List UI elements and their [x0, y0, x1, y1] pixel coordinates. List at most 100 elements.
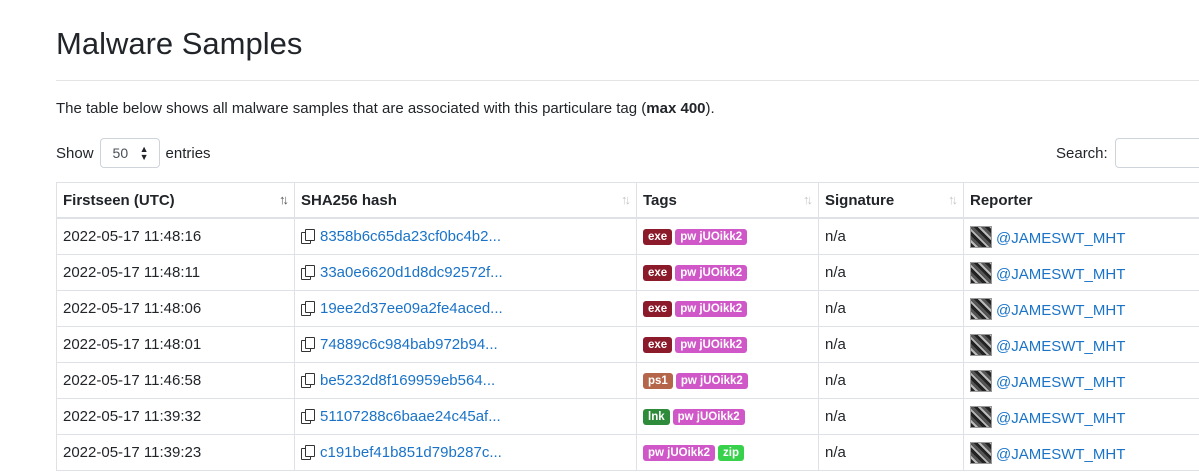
table-body: 2022-05-17 11:48:16 8358b6c65da23cf0bc4b2…: [56, 217, 1199, 471]
hash-cell: 33a0e6620d1d8dc92572f...: [294, 254, 637, 291]
signature-cell: n/a: [818, 434, 964, 471]
tag-badge[interactable]: lnk: [643, 409, 670, 425]
search-label: Search:: [1056, 144, 1108, 162]
tags-cell: pw jUOikk2 zip: [636, 434, 819, 471]
signature-cell: n/a: [818, 290, 964, 327]
reporter-link[interactable]: @JAMESWT_MHT: [996, 230, 1125, 247]
tag-badge[interactable]: exe: [643, 337, 673, 353]
samples-table: Firstseen (UTC) ↑↓ SHA256 hash ↑↓ Tags ↑↓ S…: [56, 182, 1199, 471]
reporter-link[interactable]: @JAMESWT_MHT: [996, 446, 1125, 463]
tag-badge[interactable]: pw jUOikk2: [672, 409, 745, 425]
reporter-link[interactable]: @JAMESWT_MHT: [996, 374, 1125, 391]
tag-badge[interactable]: pw jUOikk2: [643, 445, 715, 461]
search-box: Search:: [1056, 138, 1199, 168]
hash-link[interactable]: 51107288c6baae24c45af...: [320, 408, 501, 425]
reporter-cell: @JAMESWT_MHT: [963, 398, 1199, 435]
tag-badge[interactable]: exe: [643, 265, 673, 281]
select-arrows-icon: ▲ ▼: [139, 144, 149, 162]
table-row: 2022-05-17 11:46:58 be5232d8f169959eb564.…: [56, 362, 1199, 399]
search-input[interactable]: [1114, 138, 1199, 168]
hash-cell: c191bef41b851d79b287c...: [294, 434, 637, 471]
tag-badge[interactable]: pw jUOikk2: [675, 373, 748, 389]
firstseen-cell: 2022-05-17 11:48:06: [56, 290, 295, 327]
divider: [56, 80, 1199, 81]
reporter-link[interactable]: @JAMESWT_MHT: [996, 338, 1125, 355]
entries-select-value: 50: [112, 145, 129, 161]
copy-icon[interactable]: [301, 301, 315, 316]
hash-cell: 74889c6c984bab972b94...: [294, 326, 637, 363]
column-header-firstseen[interactable]: Firstseen (UTC) ↑↓: [56, 182, 295, 219]
column-label: Signature: [825, 191, 895, 209]
firstseen-cell: 2022-05-17 11:48:01: [56, 326, 295, 363]
tags-cell: lnk pw jUOikk2: [636, 398, 819, 435]
reporter-cell: @JAMESWT_MHT: [963, 290, 1199, 327]
firstseen-cell: 2022-05-17 11:46:58: [56, 362, 295, 399]
avatar: [970, 405, 992, 428]
description-text: The table below shows all malware sample…: [56, 100, 647, 117]
tags-cell: ps1 pw jUOikk2: [636, 362, 819, 399]
column-header-reporter[interactable]: Reporter: [963, 182, 1199, 219]
sort-icon: ↑↓: [803, 192, 813, 207]
column-header-signature[interactable]: Signature ↑↓: [818, 182, 964, 219]
reporter-cell: @JAMESWT_MHT: [963, 254, 1199, 291]
show-label: Show: [56, 144, 94, 162]
tags-cell: exe pw jUOikk2: [636, 217, 819, 255]
description-suffix: ).: [705, 100, 715, 117]
reporter-cell: @JAMESWT_MHT: [963, 217, 1199, 255]
hash-cell: 8358b6c65da23cf0bc4b2...: [294, 217, 637, 255]
reporter-link[interactable]: @JAMESWT_MHT: [996, 410, 1125, 427]
table-row: 2022-05-17 11:48:06 19ee2d37ee09a2fe4aced…: [56, 290, 1199, 327]
entries-select[interactable]: 50 ▲ ▼: [99, 138, 160, 168]
copy-icon[interactable]: [301, 337, 315, 352]
column-label: SHA256 hash: [301, 191, 397, 209]
tag-badge[interactable]: exe: [643, 301, 673, 317]
avatar: [970, 441, 992, 464]
tag-badge[interactable]: ps1: [643, 373, 673, 389]
tag-badge[interactable]: pw jUOikk2: [675, 301, 748, 317]
firstseen-cell: 2022-05-17 11:48:16: [56, 217, 295, 255]
page-title: Malware Samples: [56, 26, 303, 61]
tag-badge[interactable]: pw jUOikk2: [675, 265, 748, 281]
column-header-sha256[interactable]: SHA256 hash ↑↓: [294, 182, 637, 219]
copy-icon[interactable]: [301, 445, 315, 460]
tag-badge[interactable]: exe: [643, 229, 673, 245]
table-row: 2022-05-17 11:48:01 74889c6c984bab972b94.…: [56, 326, 1199, 363]
hash-link[interactable]: 8358b6c65da23cf0bc4b2...: [320, 228, 501, 245]
avatar: [970, 297, 992, 320]
hash-link[interactable]: 74889c6c984bab972b94...: [320, 336, 498, 353]
tags-cell: exe pw jUOikk2: [636, 326, 819, 363]
hash-cell: 19ee2d37ee09a2fe4aced...: [294, 290, 637, 327]
signature-cell: n/a: [818, 362, 964, 399]
hash-link[interactable]: 33a0e6620d1d8dc92572f...: [320, 264, 503, 281]
copy-icon[interactable]: [301, 229, 315, 244]
firstseen-cell: 2022-05-17 11:39:23: [56, 434, 295, 471]
copy-icon[interactable]: [301, 265, 315, 280]
hash-link[interactable]: be5232d8f169959eb564...: [320, 372, 495, 389]
hash-link[interactable]: c191bef41b851d79b287c...: [320, 444, 502, 461]
table-row: 2022-05-17 11:48:16 8358b6c65da23cf0bc4b2…: [56, 217, 1199, 255]
tag-badge[interactable]: pw jUOikk2: [675, 229, 748, 245]
sort-icon: ↑↓: [621, 192, 631, 207]
tag-badge[interactable]: pw jUOikk2: [675, 337, 748, 353]
table-row: 2022-05-17 11:48:11 33a0e6620d1d8dc92572f…: [56, 254, 1199, 291]
reporter-link[interactable]: @JAMESWT_MHT: [996, 302, 1125, 319]
firstseen-cell: 2022-05-17 11:48:11: [56, 254, 295, 291]
hash-cell: be5232d8f169959eb564...: [294, 362, 637, 399]
avatar: [970, 333, 992, 356]
hash-link[interactable]: 19ee2d37ee09a2fe4aced...: [320, 300, 503, 317]
column-label: Reporter: [970, 191, 1033, 209]
length-menu: Show 50 ▲ ▼ entries: [56, 138, 211, 168]
column-label: Firstseen (UTC): [63, 191, 175, 209]
avatar: [970, 369, 992, 392]
copy-icon[interactable]: [301, 409, 315, 424]
description-max: max 400: [646, 100, 706, 117]
signature-cell: n/a: [818, 326, 964, 363]
copy-icon[interactable]: [301, 373, 315, 388]
tags-cell: exe pw jUOikk2: [636, 254, 819, 291]
tag-badge[interactable]: zip: [718, 445, 744, 461]
reporter-link[interactable]: @JAMESWT_MHT: [996, 266, 1125, 283]
description: The table below shows all malware sample…: [56, 100, 715, 117]
column-header-tags[interactable]: Tags ↑↓: [636, 182, 819, 219]
firstseen-cell: 2022-05-17 11:39:32: [56, 398, 295, 435]
reporter-cell: @JAMESWT_MHT: [963, 362, 1199, 399]
